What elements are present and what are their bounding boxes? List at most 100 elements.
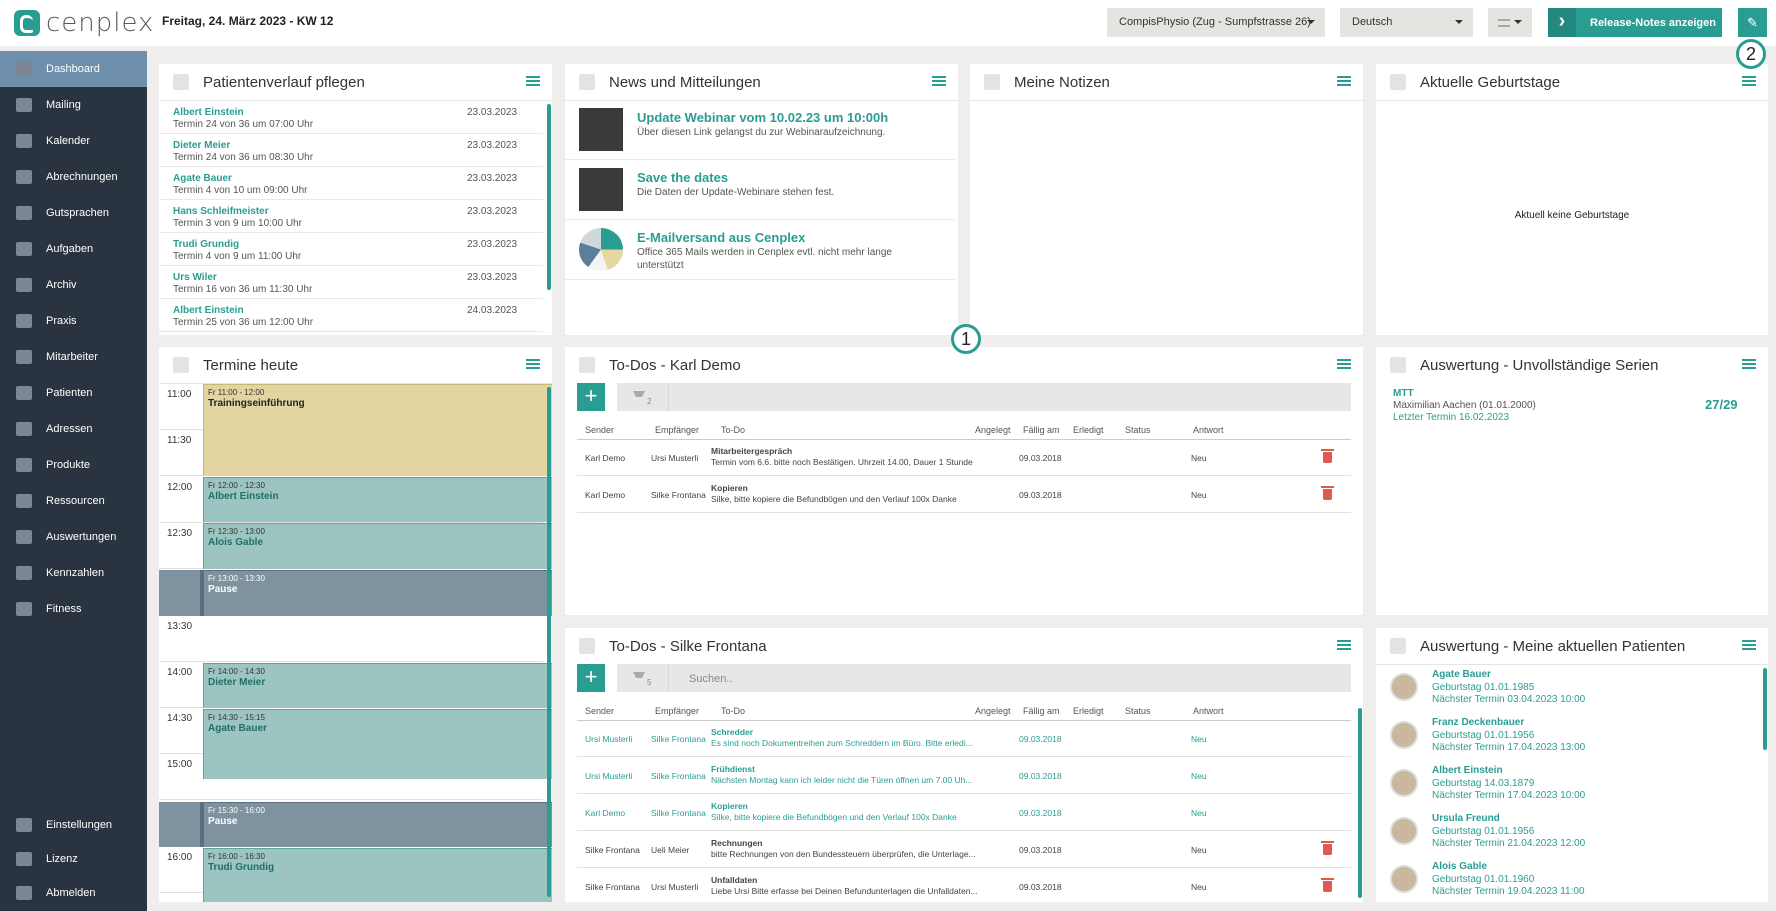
- list-item[interactable]: Agate Bauer Termin 4 von 10 um 09:00 Uhr 2…: [159, 167, 543, 200]
- appointment-block[interactable]: Fr 14:00 - 14:30Dieter Meier25/36: [203, 663, 552, 708]
- panel-menu-icon[interactable]: [526, 359, 540, 369]
- sidebar-item-praxis[interactable]: Praxis: [0, 303, 147, 339]
- search-input[interactable]: Suchen..: [689, 673, 732, 685]
- appointment-block[interactable]: Fr 12:30 - 13:00Alois Gable18/9: [203, 523, 552, 569]
- logo-icon: [14, 10, 40, 36]
- sidebar-item-einstellungen[interactable]: Einstellungen: [0, 808, 147, 842]
- scrollbar[interactable]: [1358, 708, 1362, 898]
- column-header[interactable]: Antwort: [1193, 425, 1224, 435]
- trash-icon[interactable]: [1321, 878, 1334, 892]
- table-row[interactable]: Ursi Musterli Silke Frontana Frühdienst Näc…: [577, 758, 1351, 794]
- logo[interactable]: cenplex: [14, 8, 154, 38]
- sidebar-item-archiv[interactable]: Archiv: [0, 267, 147, 303]
- table-row[interactable]: Ursi Musterli Silke Frontana Schredder Es s…: [577, 721, 1351, 757]
- add-todo-button[interactable]: +: [577, 664, 605, 692]
- list-item[interactable]: Agate Bauer Geburtstag 01.01.1985 Nächster…: [1376, 665, 1766, 713]
- sidebar-item-mitarbeiter[interactable]: Mitarbeiter: [0, 339, 147, 375]
- table-row[interactable]: Karl Demo Silke Frontana Kopieren Silke, bi…: [577, 477, 1351, 513]
- table-row[interactable]: Karl Demo Ursi Musterli Mitarbeitergespräc…: [577, 440, 1351, 476]
- list-item[interactable]: Alois Gable Geburtstag 01.01.1960 Nächster…: [1376, 857, 1766, 902]
- sidebar-item-patienten[interactable]: Patienten: [0, 375, 147, 411]
- sidebar-item-kalender[interactable]: Kalender: [0, 123, 147, 159]
- panel-menu-icon[interactable]: [1742, 359, 1756, 369]
- layout-menu-button[interactable]: [1488, 8, 1532, 37]
- list-item[interactable]: Albert Einstein Termin 24 von 36 um 07:00…: [159, 101, 543, 134]
- appointment-block[interactable]: Fr 15:30 - 16:00 Pause: [203, 802, 552, 847]
- sidebar-item-kennzahlen[interactable]: Kennzahlen: [0, 555, 147, 591]
- list-item[interactable]: Hans Schleifmeister Termin 3 von 9 um 10:…: [159, 200, 543, 233]
- filter-button[interactable]: 2: [617, 383, 669, 411]
- table-row[interactable]: Silke Frontana Ueli Meier Rechnungen bitte …: [577, 832, 1351, 868]
- news-item[interactable]: Update Webinar vom 10.02.23 um 10:00h Übe…: [565, 102, 955, 160]
- scrollbar[interactable]: [547, 104, 551, 290]
- trash-icon[interactable]: [1321, 486, 1334, 500]
- todo-filter-bar[interactable]: 2: [617, 383, 1351, 411]
- column-header[interactable]: To-Do: [721, 425, 745, 435]
- appointment-block[interactable]: Fr 11:00 - 12:00 Trainingseinführung: [203, 384, 552, 476]
- column-header[interactable]: Sender: [585, 706, 614, 716]
- column-header[interactable]: Angelegt: [975, 425, 1011, 435]
- column-header[interactable]: Antwort: [1193, 706, 1224, 716]
- list-item[interactable]: Trudi Grundig Termin 4 von 9 um 11:00 Uhr…: [159, 233, 543, 266]
- column-header[interactable]: Status: [1125, 706, 1151, 716]
- appointment-block[interactable]: Fr 14:30 - 15:15Agate Bauer5/10: [203, 709, 552, 779]
- list-item[interactable]: Dieter Meier Termin 24 von 36 um 08:30 Uh…: [159, 134, 543, 167]
- column-header[interactable]: Sender: [585, 425, 614, 435]
- edit-dashboard-button[interactable]: ✎: [1738, 8, 1767, 37]
- list-item[interactable]: Urs Wiler Termin 16 von 36 um 11:30 Uhr 23…: [159, 266, 543, 299]
- trash-icon[interactable]: [1321, 449, 1334, 463]
- location-select[interactable]: CompisPhysio (Zug - Sumpfstrasse 26): [1107, 8, 1325, 37]
- panel-menu-icon[interactable]: [1742, 76, 1756, 86]
- sidebar-item-auswertungen[interactable]: Auswertungen: [0, 519, 147, 555]
- column-header[interactable]: Empfänger: [655, 425, 699, 435]
- column-header[interactable]: Angelegt: [975, 706, 1011, 716]
- sidebar-item-gutsprachen[interactable]: Gutsprachen: [0, 195, 147, 231]
- news-title[interactable]: Update Webinar vom 10.02.23 um 10:00h: [637, 110, 888, 125]
- news-item[interactable]: Save the dates Die Daten der Update-Webin…: [565, 162, 955, 220]
- panel-menu-icon[interactable]: [932, 76, 946, 86]
- appointment-block[interactable]: Fr 16:00 - 16:30Trudi Grundig5/9SP: [203, 848, 552, 902]
- appointment-block[interactable]: Fr 12:00 - 12:30Albert Einstein25/36: [203, 477, 552, 522]
- sidebar-item-adressen[interactable]: Adressen: [0, 411, 147, 447]
- appointment-block[interactable]: Fr 13:00 - 13:30 Pause: [203, 570, 552, 616]
- sidebar-item-abmelden[interactable]: Abmelden: [0, 876, 147, 910]
- panel-menu-icon[interactable]: [1742, 640, 1756, 650]
- notes-area[interactable]: [978, 104, 1355, 324]
- sidebar-item-produkte[interactable]: Produkte: [0, 447, 147, 483]
- sidebar-item-aufgaben[interactable]: Aufgaben: [0, 231, 147, 267]
- column-header[interactable]: Status: [1125, 425, 1151, 435]
- list-item[interactable]: Franz Deckenbauer Geburtstag 01.01.1956 Nä…: [1376, 713, 1766, 761]
- list-item[interactable]: Albert Einstein Geburtstag 14.03.1879 Näch…: [1376, 761, 1766, 809]
- column-header[interactable]: Erledigt: [1073, 425, 1104, 435]
- sidebar-item-dashboard[interactable]: Dashboard: [0, 51, 147, 87]
- scrollbar[interactable]: [1763, 668, 1767, 750]
- list-item[interactable]: Albert Einstein Termin 25 von 36 um 12:00…: [159, 299, 543, 332]
- news-title[interactable]: E-Mailversand aus Cenplex: [637, 230, 805, 245]
- panel-menu-icon[interactable]: [1337, 76, 1351, 86]
- news-item[interactable]: E-Mailversand aus Cenplex Office 365 Mail…: [565, 222, 955, 280]
- column-header[interactable]: Empfänger: [655, 706, 699, 716]
- list-item[interactable]: Ursula Freund Geburtstag 01.01.1956 Nächst…: [1376, 809, 1766, 857]
- add-todo-button[interactable]: +: [577, 383, 605, 411]
- release-notes-button[interactable]: Release-Notes anzeigen: [1548, 8, 1722, 37]
- panel-menu-icon[interactable]: [1337, 359, 1351, 369]
- sidebar-item-ressourcen[interactable]: Ressourcen: [0, 483, 147, 519]
- column-header[interactable]: To-Do: [721, 706, 745, 716]
- sidebar-item-mailing[interactable]: Mailing: [0, 87, 147, 123]
- column-header[interactable]: Erledigt: [1073, 706, 1104, 716]
- sidebar-item-lizenz[interactable]: Lizenz: [0, 842, 147, 876]
- trash-icon[interactable]: [1321, 841, 1334, 855]
- language-select[interactable]: Deutsch: [1340, 8, 1473, 37]
- table-row[interactable]: Karl Demo Silke Frontana Kopieren Silke, bi…: [577, 795, 1351, 831]
- sidebar-item-fitness[interactable]: Fitness: [0, 591, 147, 627]
- filter-button[interactable]: 5: [617, 664, 669, 692]
- panel-menu-icon[interactable]: [526, 76, 540, 86]
- series-type[interactable]: MTT: [1393, 388, 1414, 399]
- column-header[interactable]: Fällig am: [1023, 706, 1060, 716]
- panel-menu-icon[interactable]: [1337, 640, 1351, 650]
- column-header[interactable]: Fällig am: [1023, 425, 1060, 435]
- table-row[interactable]: Silke Frontana Ursi Musterli Unfalldaten Li…: [577, 869, 1351, 902]
- scrollbar[interactable]: [547, 387, 551, 897]
- news-title[interactable]: Save the dates: [637, 170, 728, 185]
- sidebar-item-abrechnungen[interactable]: Abrechnungen: [0, 159, 147, 195]
